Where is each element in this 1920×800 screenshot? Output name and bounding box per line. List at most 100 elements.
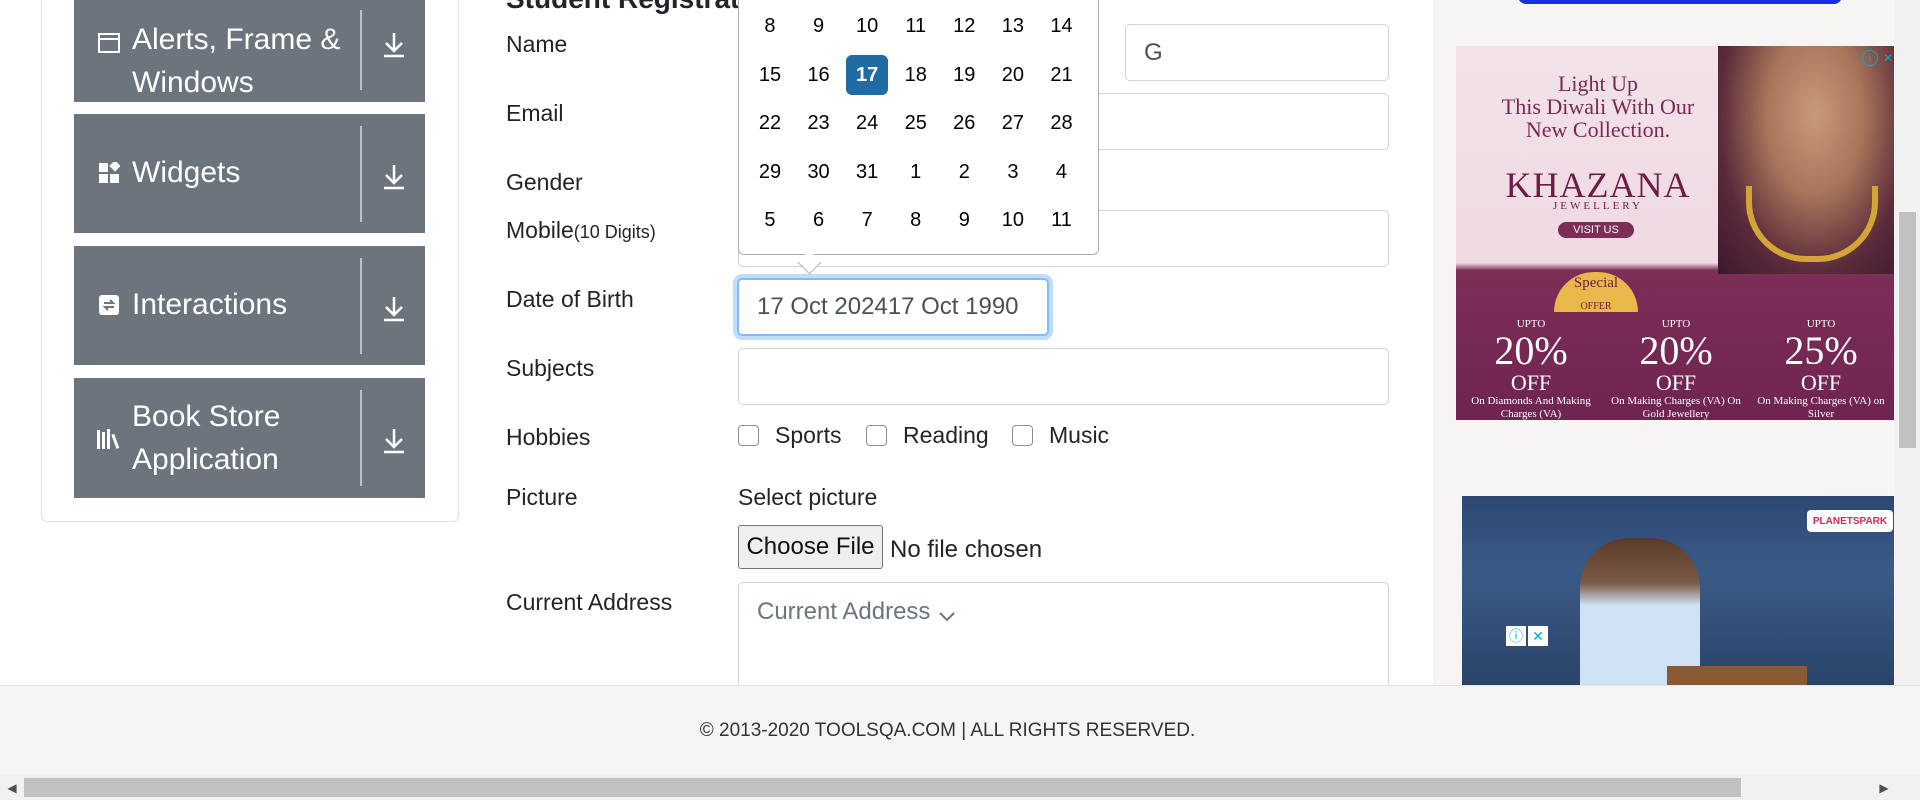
- address-placeholder: Current Address: [757, 598, 931, 625]
- select-picture-label: Select picture: [738, 484, 878, 510]
- scroll-right-arrow-icon[interactable]: ▶: [1874, 778, 1894, 797]
- date-picker-day[interactable]: 17: [846, 55, 889, 95]
- date-picker-day[interactable]: 27: [992, 103, 1034, 143]
- ad-planetspark[interactable]: PLANETSPARK ⓘ ✕: [1462, 496, 1894, 686]
- checkbox-box[interactable]: [1012, 425, 1033, 446]
- date-picker-day[interactable]: 7: [846, 200, 888, 240]
- download-arrow-icon[interactable]: [378, 28, 410, 60]
- ad-offer: UPTO 25% OFF On Making Charges (VA) on S…: [1751, 318, 1891, 420]
- date-picker-day[interactable]: 6: [798, 200, 840, 240]
- date-picker-day[interactable]: 11: [1040, 200, 1082, 240]
- date-picker-day[interactable]: 8: [749, 6, 791, 46]
- ad-headline: Light Up This Diwali With Our New Collec…: [1478, 72, 1718, 141]
- date-picker-day[interactable]: 10: [846, 6, 888, 46]
- subjects-input[interactable]: [738, 348, 1389, 405]
- download-arrow-icon[interactable]: [378, 160, 410, 192]
- date-picker-day[interactable]: 30: [798, 152, 840, 192]
- date-picker-day[interactable]: 18: [895, 55, 937, 95]
- date-picker-day[interactable]: 23: [798, 103, 840, 143]
- ad-close-icon[interactable]: ✕: [1528, 626, 1548, 646]
- sidebar-item-label: Book Store Application: [132, 400, 281, 476]
- download-arrow-icon[interactable]: [378, 292, 410, 324]
- date-picker-day[interactable]: 24: [846, 103, 888, 143]
- dob-value: 17 Oct 202417 Oct 1990: [757, 293, 1019, 320]
- checkbox-box[interactable]: [866, 425, 887, 446]
- current-address-label: Current Address: [506, 589, 673, 615]
- date-of-birth-input[interactable]: 17 Oct 202417 Oct 1990: [737, 278, 1049, 336]
- hobby-label: Sports: [775, 422, 842, 448]
- date-picker-day[interactable]: 8: [895, 200, 937, 240]
- books-icon: [96, 428, 124, 450]
- date-picker-day[interactable]: 26: [943, 103, 985, 143]
- ad-visit-button[interactable]: VISIT US: [1558, 222, 1634, 238]
- date-picker-week: 29 30 31 1 2 3 4: [749, 152, 1089, 192]
- subjects-label: Subjects: [506, 355, 595, 381]
- tile-divider: [360, 258, 362, 354]
- ad-podium-image: [1667, 666, 1807, 686]
- date-picker-day[interactable]: 16: [798, 55, 840, 95]
- ad-student-image: [1580, 538, 1700, 686]
- chevron-down-icon: [938, 602, 956, 630]
- ad-close-icon[interactable]: ✕: [1880, 50, 1896, 66]
- date-picker-day[interactable]: 31: [846, 152, 888, 192]
- horizontal-scrollbar-thumb[interactable]: [24, 778, 1741, 797]
- date-picker-week: 22 23 24 25 26 27 28: [749, 103, 1089, 143]
- footer-copyright: © 2013-2020 TOOLSQA.COM | ALL RIGHTS RES…: [699, 720, 1196, 741]
- hobby-sports-checkbox[interactable]: Sports: [738, 422, 841, 449]
- date-picker-day[interactable]: 15: [749, 55, 791, 95]
- date-picker-day[interactable]: 2: [943, 152, 985, 192]
- date-picker-day[interactable]: 25: [895, 103, 937, 143]
- sidebar-item-widgets[interactable]: Widgets: [74, 114, 425, 233]
- ad-khazana[interactable]: Light Up This Diwali With Our New Collec…: [1456, 46, 1894, 420]
- ad-info-icon[interactable]: ⓘ: [1506, 626, 1526, 646]
- mobile-label: Mobile(10 Digits): [506, 217, 656, 244]
- last-name-input[interactable]: G: [1125, 24, 1389, 81]
- tile-divider: [360, 126, 362, 222]
- date-picker-day[interactable]: 11: [895, 6, 937, 46]
- ad-offer-desc: On Making Charges (VA) on Silver: [1757, 395, 1885, 420]
- date-picker-day[interactable]: 3: [992, 152, 1034, 192]
- date-picker-week: 5 6 7 8 9 10 11: [749, 200, 1089, 240]
- ad-controls: ⓘ ✕: [1506, 626, 1548, 646]
- window-icon: [98, 32, 120, 54]
- checkbox-box[interactable]: [738, 425, 759, 446]
- no-file-text: No file chosen: [890, 536, 1043, 563]
- hobby-reading-checkbox[interactable]: Reading: [866, 422, 989, 449]
- ad-offer-off: OFF: [1655, 370, 1697, 395]
- date-picker-day[interactable]: 9: [943, 200, 985, 240]
- picture-label: Picture: [506, 484, 578, 510]
- sidebar-item-alerts[interactable]: Alerts, Frame & Windows: [74, 0, 425, 102]
- date-picker-day[interactable]: 5: [749, 200, 791, 240]
- date-picker-day[interactable]: 20: [992, 55, 1034, 95]
- sidebar-item-interactions[interactable]: Interactions: [74, 246, 425, 365]
- date-picker-day[interactable]: 22: [749, 103, 791, 143]
- date-picker-day[interactable]: 29: [749, 152, 791, 192]
- date-picker-day[interactable]: 4: [1040, 152, 1082, 192]
- ad-offer-desc: On Making Charges (VA) On Gold Jewellery: [1611, 395, 1741, 420]
- sidebar-item-book-store[interactable]: Book Store Application: [74, 378, 425, 498]
- ad-info-icon[interactable]: i: [1862, 50, 1878, 66]
- current-address-textarea[interactable]: Current Address: [738, 582, 1389, 702]
- mobile-label-text: Mobile: [506, 217, 574, 243]
- hobby-label: Reading: [903, 422, 989, 448]
- ad-headline-line: New Collection.: [1525, 117, 1671, 142]
- date-picker-day[interactable]: 19: [943, 55, 985, 95]
- date-picker-day[interactable]: 14: [1040, 6, 1082, 46]
- ad-headline-line: This Diwali With Our: [1501, 94, 1695, 119]
- ad-offer-pct: 20%: [1494, 328, 1568, 373]
- download-arrow-icon[interactable]: [378, 424, 410, 456]
- date-picker-day[interactable]: 9: [798, 6, 840, 46]
- ad-banner-top[interactable]: [1518, 0, 1842, 4]
- choose-file-button[interactable]: Choose File: [738, 525, 883, 569]
- scroll-left-arrow-icon[interactable]: ◀: [2, 778, 22, 797]
- date-picker-day[interactable]: 10: [992, 200, 1034, 240]
- date-picker-day[interactable]: 21: [1040, 55, 1082, 95]
- sidebar-item-label: Widgets: [132, 156, 241, 189]
- date-picker-day[interactable]: 28: [1040, 103, 1082, 143]
- ad-offer-pct: 20%: [1639, 328, 1713, 373]
- date-picker-day[interactable]: 12: [943, 6, 985, 46]
- date-picker-day[interactable]: 1: [895, 152, 937, 192]
- date-picker-day[interactable]: 13: [992, 6, 1034, 46]
- vertical-scrollbar-thumb[interactable]: [1899, 212, 1916, 448]
- hobby-music-checkbox[interactable]: Music: [1012, 422, 1109, 449]
